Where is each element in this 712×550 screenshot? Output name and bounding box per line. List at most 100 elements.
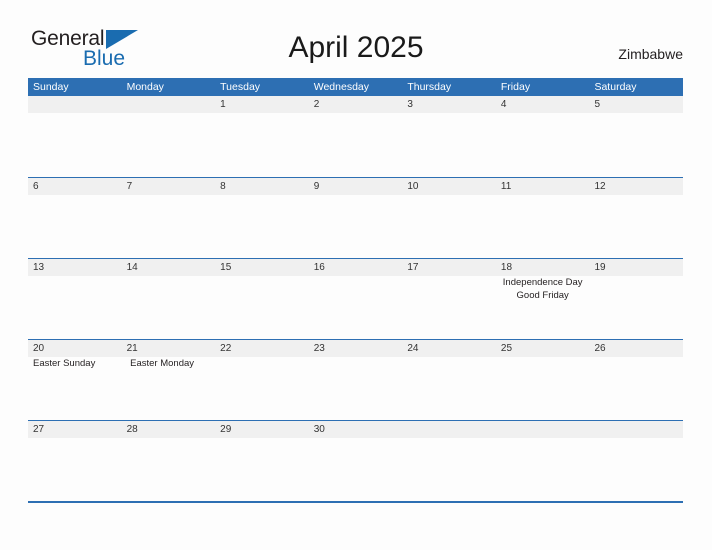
- day-number[interactable]: 30: [309, 421, 403, 438]
- day-cell-empty: [407, 357, 499, 420]
- day-number[interactable]: 27: [28, 421, 122, 438]
- holiday-label: Easter Monday: [130, 358, 195, 369]
- day-cell-empty: [402, 113, 496, 176]
- day-number[interactable]: 24: [402, 340, 496, 357]
- day-number[interactable]: 4: [496, 96, 590, 113]
- day-number[interactable]: 1: [215, 96, 309, 113]
- day-number[interactable]: 5: [589, 96, 683, 113]
- calendar-week-row: 27 28 29 30: [28, 420, 683, 501]
- country-label: Zimbabwe: [618, 46, 683, 62]
- day-number[interactable]: 17: [402, 259, 496, 276]
- day-number[interactable]: 18: [496, 259, 590, 276]
- day-number[interactable]: 22: [215, 340, 309, 357]
- calendar-week-row: 13 14 15 16 17 18 19 Independence Day Good Frida…: [28, 258, 683, 339]
- day-events[interactable]: Independence Day Good Friday: [496, 276, 590, 339]
- event-band: Easter Sunday Easter Monday: [28, 357, 683, 420]
- day-cell-empty: [591, 357, 683, 420]
- day-number[interactable]: 3: [402, 96, 496, 113]
- day-cell-empty: [314, 357, 406, 420]
- date-number-band: 6 7 8 9 10 11 12: [28, 178, 683, 195]
- holiday-label: Independence Day: [502, 277, 583, 288]
- day-number[interactable]: 21: [122, 340, 216, 357]
- day-number[interactable]: 8: [215, 178, 309, 195]
- day-cell-empty: [589, 276, 683, 339]
- day-cell-empty: [215, 276, 309, 339]
- calendar-grid: Sunday Monday Tuesday Wednesday Thursday Frid…: [28, 78, 683, 503]
- day-number[interactable]: 28: [122, 421, 216, 438]
- day-cell-empty: [215, 195, 309, 258]
- day-cell-empty: [309, 113, 403, 176]
- day-number[interactable]: 20: [28, 340, 122, 357]
- day-number[interactable]: 16: [309, 259, 403, 276]
- date-number-band: 27 28 29 30: [28, 421, 683, 438]
- day-number-empty: [122, 96, 216, 113]
- day-cell-empty: [28, 438, 122, 501]
- holiday-label: Easter Sunday: [33, 358, 96, 369]
- calendar-week-row: 6 7 8 9 10 11 12: [28, 177, 683, 258]
- weekday-header-thursday: Thursday: [407, 81, 452, 93]
- day-number[interactable]: 12: [589, 178, 683, 195]
- day-cell-empty: [122, 276, 216, 339]
- day-number[interactable]: 9: [309, 178, 403, 195]
- day-cell-empty: [589, 113, 683, 176]
- date-number-band: 12345: [28, 96, 683, 113]
- weekday-header-saturday: Saturday: [594, 81, 637, 93]
- day-cell-empty: [496, 195, 590, 258]
- event-band: [28, 113, 683, 176]
- day-number[interactable]: 26: [589, 340, 683, 357]
- day-events[interactable]: Easter Sunday: [28, 357, 125, 420]
- day-number[interactable]: 2: [309, 96, 403, 113]
- day-number[interactable]: 14: [122, 259, 216, 276]
- calendar-week-row: 20 21 22 23 24 25 26 Easter Sunday Easter Monday: [28, 339, 683, 420]
- event-band: [28, 195, 683, 258]
- day-number[interactable]: 7: [122, 178, 216, 195]
- day-number[interactable]: 15: [215, 259, 309, 276]
- calendar-bottom-rule: [28, 501, 683, 503]
- day-number[interactable]: 10: [402, 178, 496, 195]
- day-cell-empty: [499, 357, 591, 420]
- date-number-band: 13 14 15 16 17 18 19: [28, 259, 683, 276]
- page-title: April 2025: [288, 31, 424, 64]
- weekday-header-row: Sunday Monday Tuesday Wednesday Thursday Frid…: [28, 78, 683, 96]
- day-number[interactable]: 25: [496, 340, 590, 357]
- day-cell-empty: [309, 195, 403, 258]
- page-header: General Blue April 2025 Zimbabwe: [0, 0, 712, 78]
- weekday-header-wednesday: Wednesday: [313, 81, 369, 93]
- weekday-header-friday: Friday: [500, 81, 531, 93]
- day-number-empty: [496, 421, 590, 438]
- day-number-empty: [402, 421, 496, 438]
- day-number-empty: [589, 421, 683, 438]
- day-cell-empty: [215, 438, 309, 501]
- day-cell-empty: [496, 113, 590, 176]
- day-cell-empty: [589, 195, 683, 258]
- day-cell-empty: [496, 438, 590, 501]
- day-number[interactable]: 19: [589, 259, 683, 276]
- day-cell-empty: [589, 438, 683, 501]
- calendar-week-rows: 1 2 3 4 5 6 7 8 9 10 11 12 13 14 15 16 17 18 19 Independenc…: [28, 96, 683, 501]
- weekday-header-monday: Monday: [126, 81, 164, 93]
- day-number[interactable]: 29: [215, 421, 309, 438]
- day-cell-empty: [402, 276, 496, 339]
- event-band: Independence Day Good Friday: [28, 276, 683, 339]
- day-cell-empty: [122, 113, 216, 176]
- calendar-week-row: 12345: [28, 96, 683, 177]
- day-number[interactable]: 23: [309, 340, 403, 357]
- day-number[interactable]: 11: [496, 178, 590, 195]
- day-number[interactable]: 6: [28, 178, 122, 195]
- day-cell-empty: [402, 195, 496, 258]
- weekday-header-sunday: Sunday: [33, 81, 69, 93]
- day-cell-empty: [28, 276, 122, 339]
- day-cell-empty: [28, 113, 122, 176]
- day-number-empty: [28, 96, 122, 113]
- day-events[interactable]: Easter Monday: [125, 357, 222, 420]
- weekday-header-tuesday: Tuesday: [220, 81, 261, 93]
- day-cell-empty: [122, 438, 216, 501]
- day-cell-empty: [309, 276, 403, 339]
- day-cell-empty: [122, 195, 216, 258]
- day-cell-empty: [215, 113, 309, 176]
- day-number[interactable]: 13: [28, 259, 122, 276]
- event-band: [28, 438, 683, 501]
- day-cell-empty: [28, 195, 122, 258]
- holiday-label: Good Friday: [516, 289, 569, 301]
- day-cell-empty: [402, 438, 496, 501]
